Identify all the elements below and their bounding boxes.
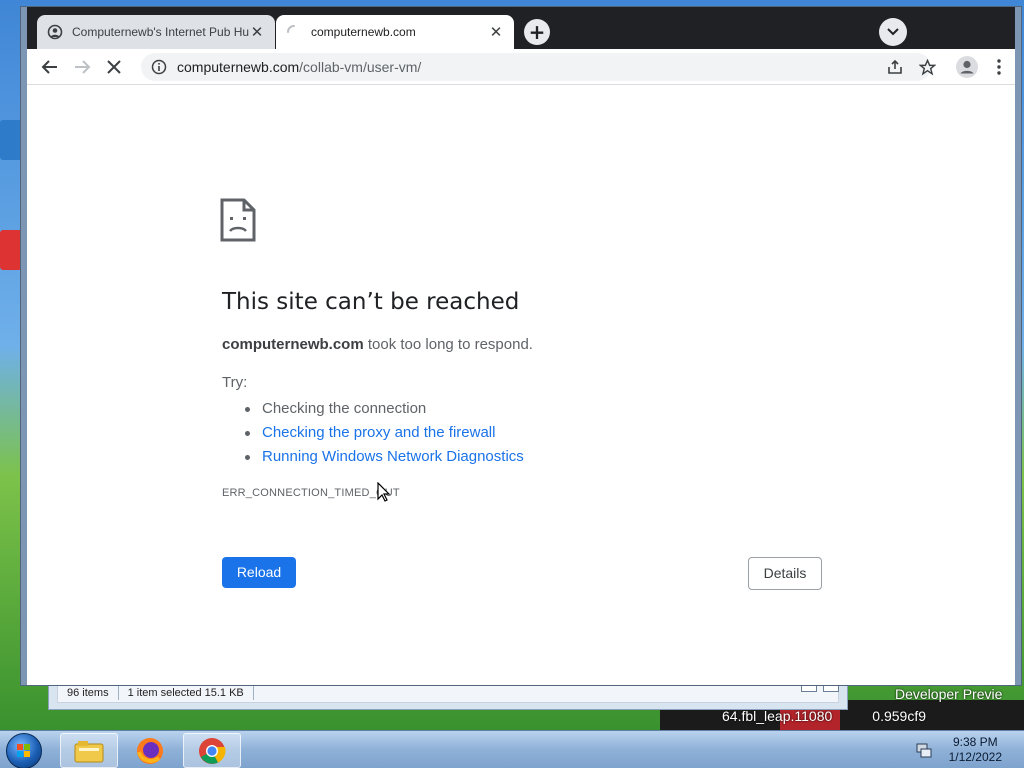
- back-button[interactable]: [37, 54, 63, 80]
- share-button[interactable]: [882, 54, 908, 80]
- mouse-cursor-icon: [377, 482, 391, 502]
- menu-button[interactable]: [986, 54, 1012, 80]
- address-bar[interactable]: computernewb.com/collab-vm/user-vm/: [141, 53, 931, 81]
- avatar-icon: [956, 56, 978, 78]
- explorer-icon: [74, 740, 104, 762]
- error-summary-text: took too long to respond.: [363, 336, 533, 353]
- loading-spinner-icon: [287, 25, 295, 33]
- star-icon: [918, 58, 936, 76]
- error-page: This site can’t be reached computernewb.…: [27, 86, 1015, 685]
- error-host: computernewb.com: [222, 336, 364, 353]
- tab-computernewb-pub[interactable]: Computernewb's Internet Pub Hu ✕: [37, 15, 275, 49]
- network-tray-icon[interactable]: [915, 741, 933, 759]
- wallpaper-build-a: 64.fbl_leap.11080: [722, 708, 833, 724]
- tab-strip: Computernewb's Internet Pub Hu ✕ compute…: [27, 7, 1015, 49]
- kebab-menu-icon: [997, 59, 1001, 75]
- taskbar-explorer[interactable]: [60, 733, 118, 768]
- try-label: Try:: [222, 374, 248, 391]
- url-path: /collab-vm/user-vm/: [299, 59, 422, 75]
- stop-loading-button[interactable]: [101, 54, 127, 80]
- info-icon[interactable]: [151, 59, 167, 75]
- pub-favicon-icon: [47, 24, 63, 40]
- tab-computernewb-active[interactable]: computernewb.com ✕: [276, 15, 514, 49]
- url-text[interactable]: computernewb.com/collab-vm/user-vm/: [177, 59, 421, 75]
- taskbar-chrome[interactable]: [183, 733, 241, 768]
- firefox-icon: [137, 737, 163, 764]
- suggestion-list: Checking the connection Checking the pro…: [242, 397, 524, 469]
- url-host: computernewb.com: [177, 59, 300, 75]
- item-count: 96 items: [58, 686, 119, 700]
- details-button[interactable]: Details: [748, 557, 822, 590]
- selection-info: 1 item selected 15.1 KB: [119, 686, 254, 700]
- explorer-status-bar: 96 items 1 item selected 15.1 KB: [57, 683, 839, 703]
- wallpaper-build-b: 0.959cf9: [872, 708, 927, 724]
- tab-title: computernewb.com: [311, 25, 416, 39]
- profile-button[interactable]: [954, 54, 980, 80]
- windows-logo-icon: [17, 744, 30, 757]
- suggestion-check-proxy-link[interactable]: Checking the proxy and the firewall: [242, 421, 524, 445]
- close-icon: [107, 60, 121, 74]
- system-clock[interactable]: 9:38 PM 1/12/2022: [949, 735, 1002, 765]
- suggestion-network-diagnostics-link[interactable]: Running Windows Network Diagnostics: [242, 445, 524, 469]
- wallpaper-watermark-line1: Developer Previe: [895, 686, 1003, 702]
- close-tab-icon[interactable]: ✕: [488, 23, 504, 41]
- taskbar: 9:38 PM 1/12/2022: [0, 730, 1024, 768]
- desktop-icon-fragment[interactable]: [0, 230, 22, 270]
- new-tab-button[interactable]: +: [524, 19, 550, 45]
- arrow-left-icon: [41, 60, 57, 74]
- forward-button[interactable]: [69, 54, 95, 80]
- browser-toolbar: computernewb.com/collab-vm/user-vm/: [27, 49, 1015, 85]
- tab-search-button[interactable]: [879, 18, 907, 46]
- error-summary: computernewb.com took too long to respon…: [222, 336, 533, 353]
- start-button[interactable]: [6, 733, 42, 768]
- chrome-icon: [199, 737, 226, 764]
- bookmark-button[interactable]: [914, 54, 940, 80]
- error-code: ERR_CONNECTION_TIMED_OUT: [222, 487, 400, 499]
- suggestion-check-connection: Checking the connection: [242, 397, 524, 421]
- sad-document-icon: [220, 198, 256, 242]
- clock-time: 9:38 PM: [952, 735, 998, 749]
- clock-date: 1/12/2022: [948, 750, 1002, 764]
- desktop-icon-fragment[interactable]: [0, 120, 22, 160]
- tab-title: Computernewb's Internet Pub Hu: [72, 25, 249, 39]
- error-title: This site can’t be reached: [222, 289, 520, 315]
- browser-window: Computernewb's Internet Pub Hu ✕ compute…: [21, 7, 1021, 685]
- taskbar-firefox[interactable]: [121, 733, 179, 768]
- wallpaper-watermark-line2: 64.fbl_leap.11080 0.959cf9: [722, 708, 926, 724]
- share-icon: [888, 59, 902, 74]
- chevron-down-icon: [887, 28, 899, 36]
- arrow-right-icon: [75, 60, 91, 74]
- reload-button[interactable]: Reload: [222, 557, 296, 588]
- close-tab-icon[interactable]: ✕: [249, 23, 265, 41]
